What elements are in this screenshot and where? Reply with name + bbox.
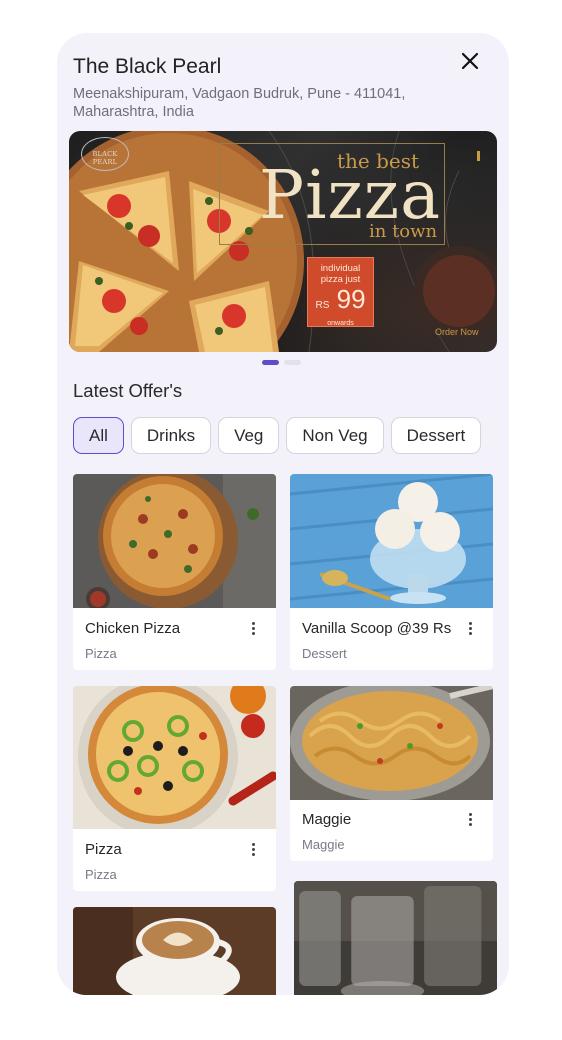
- offer-card[interactable]: Vanilla Scoop @39 Rs Dessert: [290, 474, 493, 670]
- offer-name: Chicken Pizza: [85, 620, 181, 637]
- filter-chip-dessert[interactable]: Dessert: [390, 417, 482, 454]
- order-now-link[interactable]: Order Now: [435, 327, 479, 337]
- price-badge: individual pizza just RS 99 onwards: [307, 257, 374, 327]
- more-vertical-icon[interactable]: [463, 811, 477, 829]
- offer-category: Pizza: [85, 867, 117, 882]
- offer-name: Pizza: [85, 841, 122, 858]
- offer-image: [290, 474, 493, 608]
- filter-chips: All Drinks Veg Non Veg Dessert: [73, 417, 493, 457]
- offer-card[interactable]: [294, 881, 497, 995]
- banner-accent: [477, 151, 480, 161]
- carousel-dot-1[interactable]: [262, 360, 279, 365]
- more-vertical-icon[interactable]: [246, 841, 260, 859]
- filter-chip-all[interactable]: All: [73, 417, 124, 454]
- more-vertical-icon[interactable]: [463, 620, 477, 638]
- offer-image: [73, 474, 276, 608]
- filter-chip-veg[interactable]: Veg: [218, 417, 280, 454]
- restaurant-address: Meenakshipuram, Vadgaon Budruk, Pune - 4…: [73, 86, 406, 120]
- offer-category: Pizza: [85, 646, 117, 661]
- offer-name: Vanilla Scoop @39 Rs: [302, 620, 452, 637]
- offer-line1: individual: [320, 263, 361, 274]
- offer-category: Maggie: [302, 837, 345, 852]
- filter-chip-drinks[interactable]: Drinks: [130, 417, 212, 454]
- offer-card[interactable]: [73, 907, 276, 995]
- brand-logo: BLACK PEARL: [81, 137, 129, 171]
- offer-line3: onwards: [327, 320, 354, 327]
- banner-tagline-bottom: in town: [369, 221, 438, 242]
- offer-image: [290, 686, 493, 800]
- offer-price: 99: [336, 284, 366, 314]
- restaurant-name: The Black Pearl: [73, 55, 222, 78]
- restaurant-sheet: The Black Pearl Meenakshipuram, Vadgaon …: [57, 33, 509, 995]
- offer-name: Maggie: [302, 811, 352, 828]
- offer-image: [73, 686, 276, 829]
- offer-card[interactable]: Pizza Pizza: [73, 686, 276, 891]
- more-vertical-icon[interactable]: [246, 620, 260, 638]
- offer-card[interactable]: Maggie Maggie: [290, 686, 493, 861]
- offer-currency: RS: [315, 300, 330, 311]
- offers-section-title: Latest Offer's: [73, 380, 183, 401]
- promo-banner[interactable]: BLACK PEARL the best Pizza in town indiv…: [69, 131, 497, 352]
- offer-category: Dessert: [302, 646, 347, 661]
- carousel-dot-2[interactable]: [284, 360, 301, 365]
- carousel-indicator: [262, 360, 301, 365]
- close-icon[interactable]: [457, 48, 483, 74]
- offer-image: [294, 881, 497, 995]
- offer-card[interactable]: Chicken Pizza Pizza: [73, 474, 276, 670]
- filter-chip-non-veg[interactable]: Non Veg: [286, 417, 384, 454]
- offer-image: [73, 907, 276, 995]
